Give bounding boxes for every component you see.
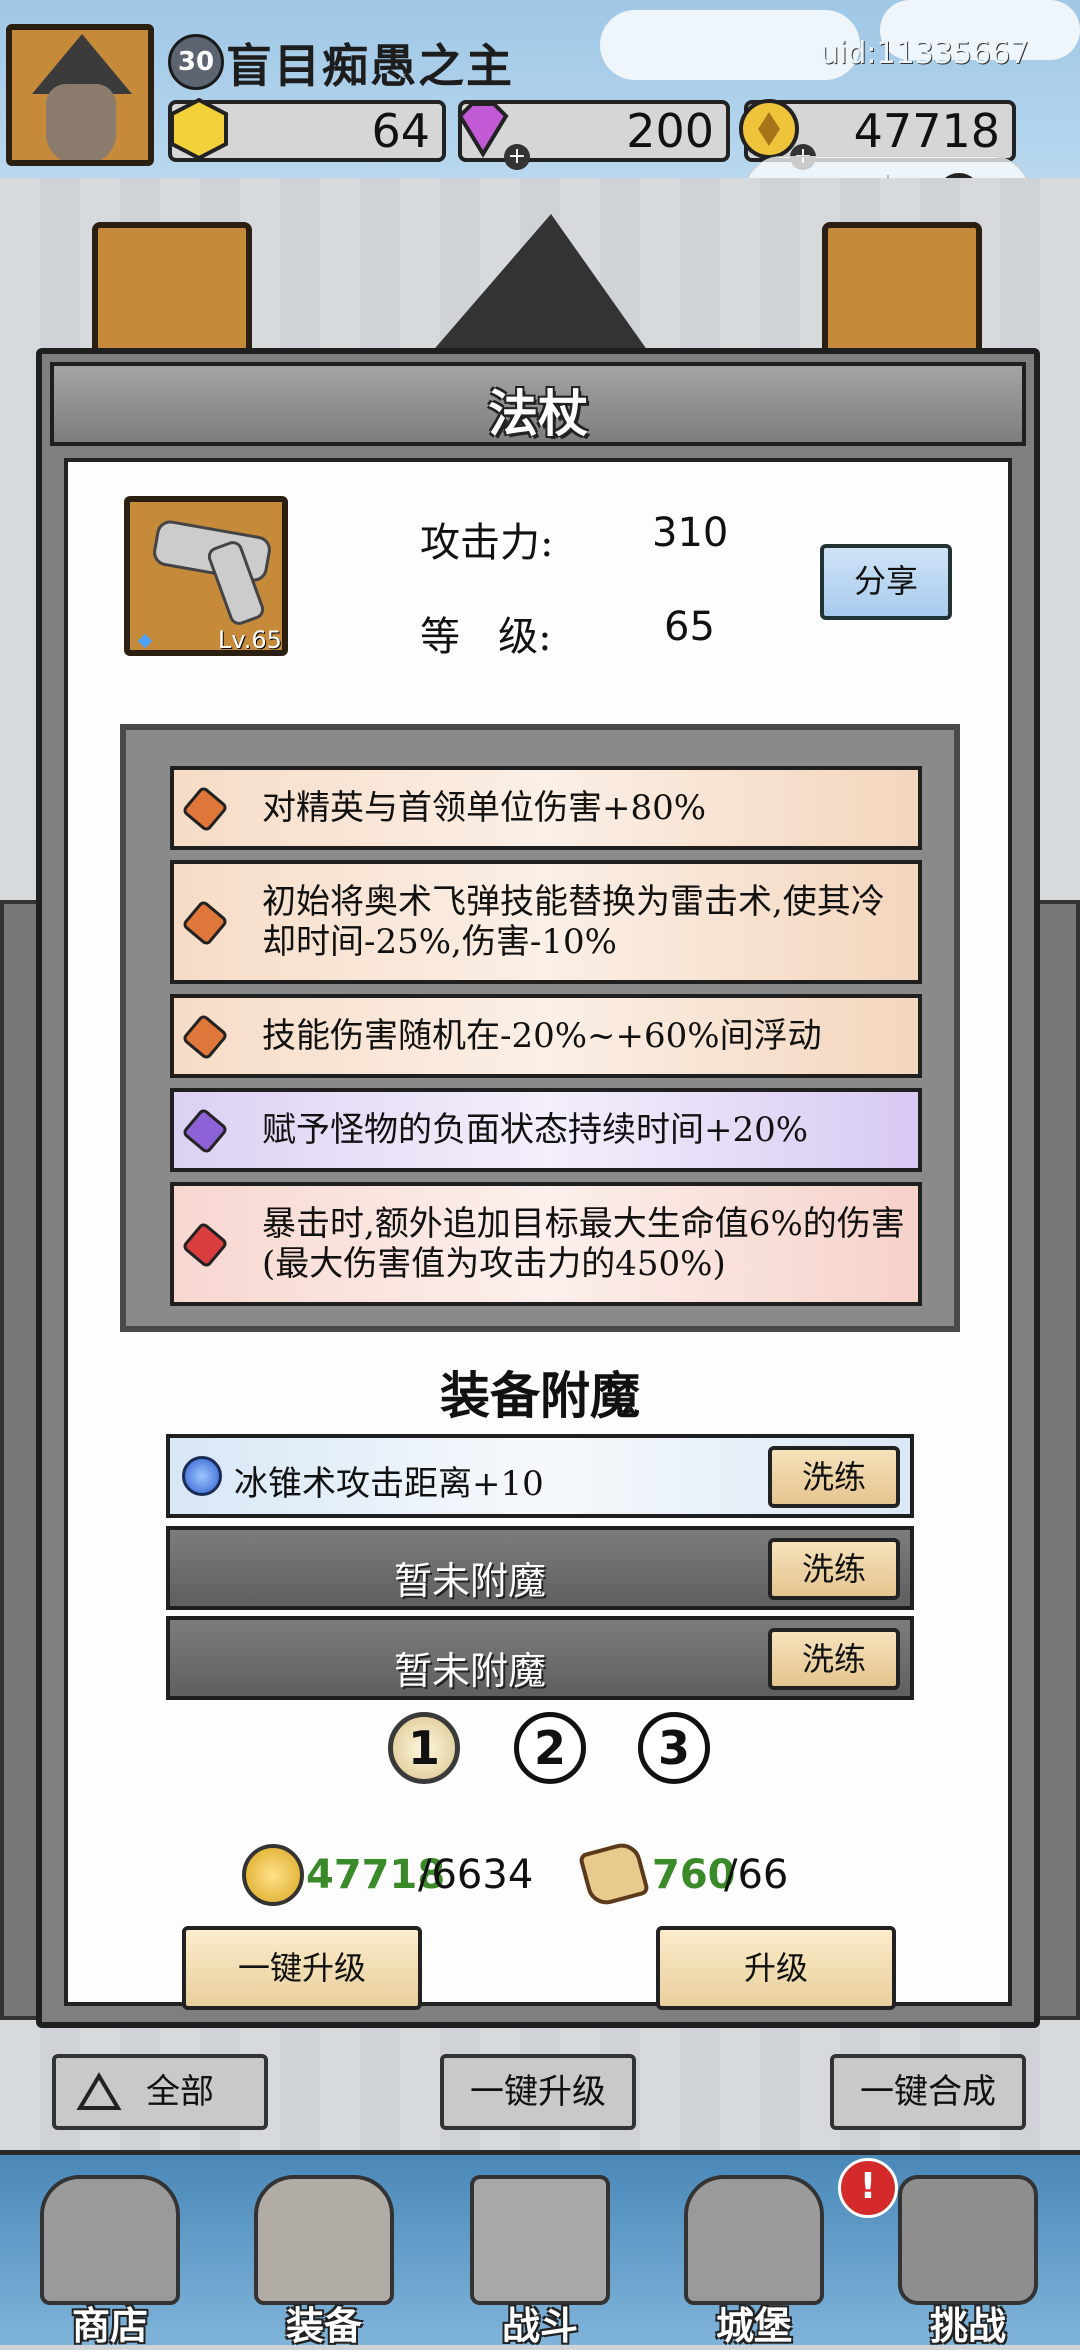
quality-gem-icon <box>137 633 153 649</box>
item-level-label: Lv.65 <box>218 626 282 654</box>
player-avatar[interactable] <box>6 24 154 166</box>
one-click-upgrade-button[interactable]: 一键升级 <box>182 1926 422 2010</box>
blue-gem-icon <box>182 1456 222 1496</box>
castle-icon <box>684 2175 824 2305</box>
castle-alert-badge: ! <box>838 2158 898 2218</box>
nav-challenge-label: 挑战 <box>929 2304 1006 2348</box>
reroll-button[interactable]: 洗练 <box>768 1538 900 1600</box>
enchant-slot-2: 暂未附魔 洗练 <box>166 1526 914 1610</box>
reroll-button[interactable]: 洗练 <box>768 1446 900 1508</box>
affix-row: 初始将奥术飞弹技能替换为雷击术,使其冷却时间-25%,伤害-10% <box>170 860 922 984</box>
share-button[interactable]: 分享 <box>820 544 952 620</box>
affix-row: 暴击时,额外追加目标最大生命值6%的伤害(最大伤害值为攻击力的450%) <box>170 1182 922 1306</box>
shield-icon <box>898 2175 1038 2305</box>
upgrade-button[interactable]: 升级 <box>656 1926 896 2010</box>
backpack-icon <box>254 2175 394 2305</box>
affix-list-frame: 对精英与首领单位伤害+80% 初始将奥术飞弹技能替换为雷击术,使其冷却时间-25… <box>120 724 960 1332</box>
bg-one-click-upgrade-button[interactable]: 一键升级 <box>440 2054 636 2130</box>
scroll-have-amount: 760 <box>652 1852 736 1898</box>
staff-item-icon[interactable]: Lv.65 <box>124 496 288 656</box>
enchant-empty-text: 暂未附魔 <box>393 1649 546 1693</box>
filter-all-button[interactable]: 全部 <box>52 2054 268 2130</box>
page-tab-3[interactable]: 3 <box>638 1712 710 1784</box>
shop-icon <box>40 2175 180 2305</box>
wizard-face-icon <box>46 84 116 160</box>
enchant-slot-3: 暂未附魔 洗练 <box>166 1616 914 1700</box>
nav-shop-label: 商店 <box>71 2304 148 2348</box>
enchant-title: 装备附魔 <box>440 1366 640 1425</box>
filter-all-label: 全部 <box>146 2072 214 2112</box>
nav-equipment[interactable]: 装备 <box>224 2155 424 2348</box>
page-tab-1[interactable]: 1 <box>388 1712 460 1784</box>
affix-text: 赋予怪物的负面状态持续时间+20% <box>262 1110 809 1150</box>
affix-text: 暴击时,额外追加目标最大生命值6%的伤害(最大伤害值为攻击力的450%) <box>262 1204 905 1284</box>
gold-coin-icon <box>242 1844 304 1906</box>
orange-gem-icon <box>181 899 229 947</box>
affix-row: 对精英与首领单位伤害+80% <box>170 766 922 850</box>
affix-text: 初始将奥术飞弹技能替换为雷击术,使其冷却时间-25%,伤害-10% <box>262 882 885 962</box>
affix-row: 赋予怪物的负面状态持续时间+20% <box>170 1088 922 1172</box>
orange-gem-icon <box>181 785 229 833</box>
level-value: 65 <box>664 604 715 650</box>
modal-title: 法杖 <box>488 384 588 443</box>
reroll-button[interactable]: 洗练 <box>768 1628 900 1690</box>
red-gem-icon <box>181 1221 229 1269</box>
level-label: 等 级: <box>420 614 552 660</box>
modal-title-bar: 法杖 <box>50 362 1026 446</box>
player-name: 盲目痴愚之主 <box>226 39 514 93</box>
yellow-hexagon-icon <box>170 97 228 161</box>
attack-label: 攻击力: <box>420 520 554 566</box>
affix-text: 技能伤害随机在-20%~+60%间浮动 <box>262 1016 822 1056</box>
affix-row: 技能伤害随机在-20%~+60%间浮动 <box>170 994 922 1078</box>
crossed-swords-icon <box>470 2175 610 2305</box>
scroll-need-amount: /66 <box>724 1852 789 1898</box>
nav-challenge[interactable]: 挑战 <box>868 2155 1068 2348</box>
nav-battle-label: 战斗 <box>501 2304 578 2348</box>
page-tab-2[interactable]: 2 <box>514 1712 586 1784</box>
purple-gem-icon <box>181 1107 229 1155</box>
nav-castle[interactable]: 城堡 <box>654 2155 854 2348</box>
add-gems-plus-icon[interactable]: + <box>504 144 530 170</box>
enchant-text: 冰锥术攻击距离+10 <box>234 1464 544 1504</box>
nav-battle[interactable]: 战斗 <box>440 2155 640 2348</box>
uid-label: uid:11335667 <box>820 36 1030 71</box>
nav-shop[interactable]: 商店 <box>10 2155 210 2348</box>
affix-text: 对精英与首领单位伤害+80% <box>262 788 707 828</box>
nav-castle-label: 城堡 <box>715 2304 792 2348</box>
bottom-nav-bar: 商店 装备 战斗 城堡 挑战 <box>0 2150 1080 2348</box>
one-click-merge-button[interactable]: 一键合成 <box>830 2054 1026 2130</box>
triangle-up-icon <box>76 2072 122 2110</box>
enchant-slot-1: 冰锥术攻击距离+10 洗练 <box>166 1434 914 1518</box>
attack-value: 310 <box>652 510 729 556</box>
orange-gem-icon <box>181 1013 229 1061</box>
player-level-badge: 30 <box>168 34 224 90</box>
enchant-empty-text: 暂未附魔 <box>393 1559 546 1603</box>
nav-equipment-label: 装备 <box>285 2304 362 2348</box>
gold-need-amount: /6634 <box>418 1852 534 1898</box>
